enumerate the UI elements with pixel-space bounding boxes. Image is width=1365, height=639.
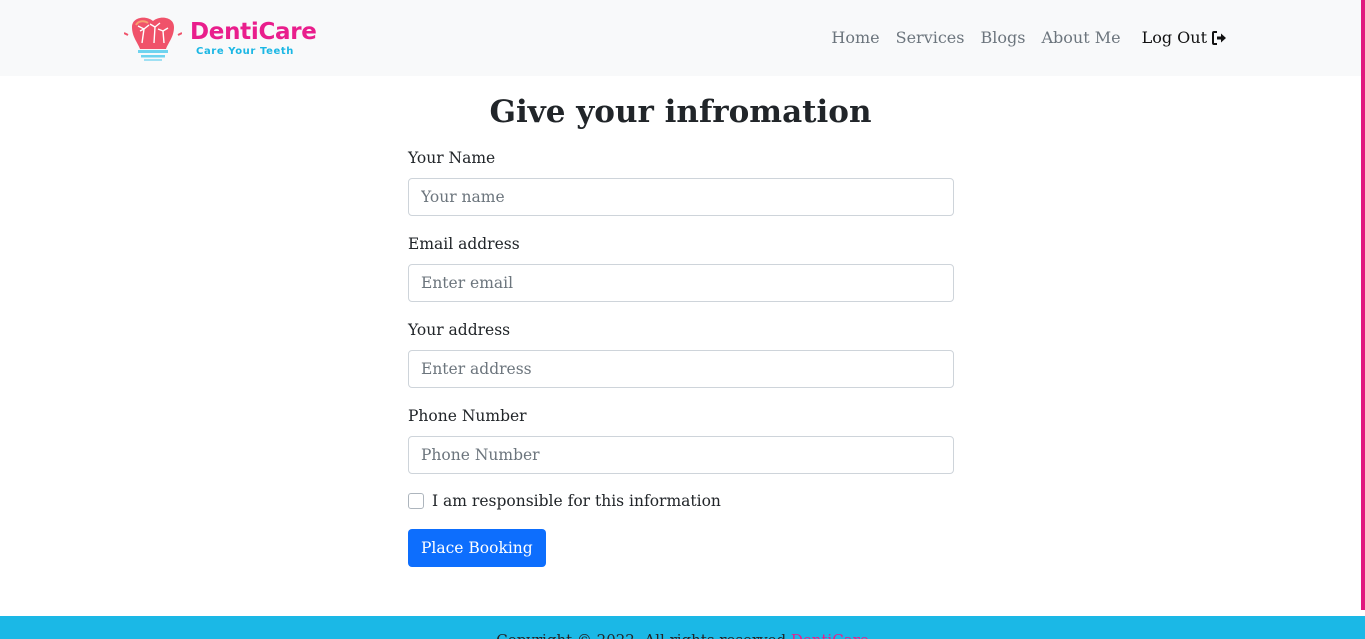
place-booking-button[interactable]: Place Booking xyxy=(408,529,546,567)
footer-brand-link[interactable]: DentiCare xyxy=(791,631,869,639)
nav-links: Home Services Blogs About Me Log Out xyxy=(815,27,1227,49)
email-field-group: Email address xyxy=(408,233,954,319)
address-field-group: Your address xyxy=(408,319,954,405)
nav-link-services[interactable]: Services xyxy=(896,27,965,49)
scroll-accent-bar xyxy=(1361,0,1365,610)
logout-label: Log Out xyxy=(1141,28,1207,47)
footer-copyright-text: Copyright © 2022. All rights reserved xyxy=(496,631,786,639)
navbar: DentiCare Care Your Teeth Home Services … xyxy=(0,0,1361,76)
agreement-checkbox[interactable] xyxy=(408,493,424,509)
brand-name: DentiCare xyxy=(190,19,317,45)
booking-form: Your Name Email address Your address Pho… xyxy=(408,147,954,567)
nav-link-home[interactable]: Home xyxy=(831,27,879,49)
page-title: Give your infromation xyxy=(489,94,872,130)
address-label: Your address xyxy=(408,321,511,339)
sign-out-icon xyxy=(1212,31,1226,45)
agreement-label[interactable]: I am responsible for this information xyxy=(432,492,721,510)
name-label: Your Name xyxy=(408,149,496,167)
phone-label: Phone Number xyxy=(408,407,527,425)
address-input[interactable] xyxy=(408,350,954,388)
phone-input[interactable] xyxy=(408,436,954,474)
nav-link-blogs[interactable]: Blogs xyxy=(980,27,1025,49)
name-field-group: Your Name xyxy=(408,147,954,233)
logout-button[interactable]: Log Out xyxy=(1142,27,1227,49)
brand-logo[interactable]: DentiCare Care Your Teeth xyxy=(124,13,317,63)
tooth-logo-icon xyxy=(124,17,182,61)
nav-link-about-me[interactable]: About Me xyxy=(1041,27,1120,49)
name-input[interactable] xyxy=(408,178,954,216)
footer-copyright: Copyright © 2022. All rights reserved De… xyxy=(0,631,1365,639)
phone-field-group: Phone Number xyxy=(408,405,954,491)
brand-tagline: Care Your Teeth xyxy=(196,46,294,57)
agreement-row: I am responsible for this information xyxy=(408,489,954,513)
email-input[interactable] xyxy=(408,264,954,302)
footer: Copyright © 2022. All rights reserved De… xyxy=(0,616,1365,639)
email-label: Email address xyxy=(408,235,520,253)
